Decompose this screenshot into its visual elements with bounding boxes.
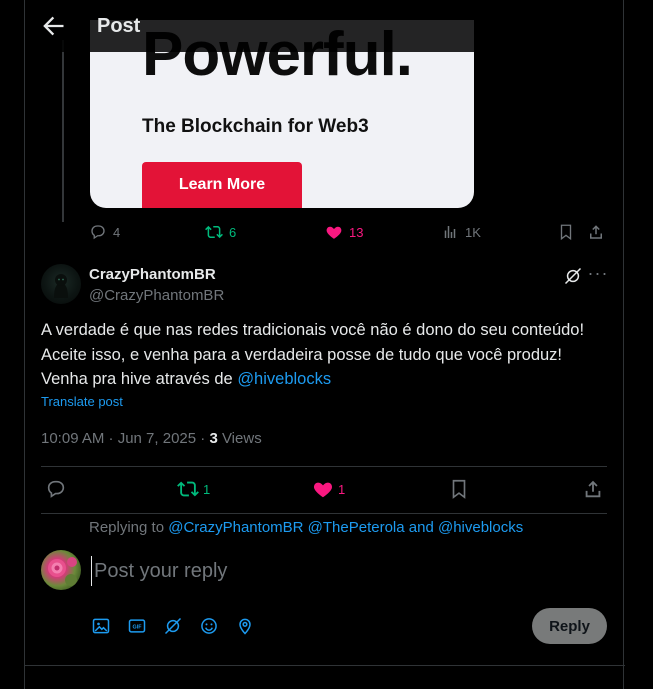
quoted-post-action-bar: 4 6 13 1K	[89, 220, 609, 244]
smiley-icon	[201, 618, 217, 634]
bookmark-icon	[452, 479, 466, 499]
like-action[interactable]: 13	[325, 223, 363, 241]
repost-arrows-icon	[205, 225, 223, 239]
post-mention-link[interactable]: @hiveblocks	[237, 370, 331, 388]
speech-bubble-icon	[47, 480, 65, 498]
ad-subline: The Blockchain for Web3	[142, 116, 369, 137]
add-location-button[interactable]	[235, 616, 255, 636]
translate-post-link[interactable]: Translate post	[41, 394, 123, 409]
more-options-button[interactable]: ···	[587, 263, 609, 286]
add-media-button[interactable]	[91, 616, 111, 636]
add-emoji-button[interactable]	[199, 616, 219, 636]
svg-text:GIF: GIF	[132, 625, 142, 631]
post-like-action[interactable]: 1	[312, 478, 345, 500]
post-views-count: 3	[209, 430, 218, 447]
back-button[interactable]	[39, 12, 67, 40]
thread-connector-line	[62, 40, 64, 222]
author-handle[interactable]: @CrazyPhantomBR	[89, 287, 224, 304]
share-action[interactable]	[587, 223, 605, 241]
location-pin-icon	[239, 618, 251, 635]
grok-tool-button[interactable]	[163, 616, 183, 636]
grok-button[interactable]	[563, 266, 583, 286]
post-meta: 10:09 AM · Jun 7, 2025 · 3 Views	[41, 430, 262, 447]
arrow-left-icon	[43, 16, 64, 36]
post-views-label: Views	[217, 430, 262, 447]
learn-more-button[interactable]: Learn More	[142, 162, 302, 208]
ellipsis-icon: ···	[587, 263, 609, 283]
repost-arrows-icon	[177, 481, 199, 497]
post-repost-action[interactable]: 1	[177, 478, 210, 500]
bookmark-icon	[560, 224, 572, 241]
views-count: 1K	[465, 224, 481, 240]
add-gif-button[interactable]: GIF	[127, 616, 147, 636]
replying-to-line: Replying to @CrazyPhantomBR @ThePeterola…	[89, 519, 523, 536]
post-column: Powerful. The Blockchain for Web3 Learn …	[24, 0, 625, 689]
grok-icon	[164, 617, 182, 635]
repost-count: 6	[229, 224, 237, 240]
speech-bubble-icon	[91, 225, 105, 240]
bookmark-action[interactable]	[557, 223, 575, 241]
gif-icon: GIF	[128, 619, 146, 633]
reply-count: 4	[113, 224, 121, 240]
share-upload-icon	[585, 480, 601, 498]
image-icon	[92, 618, 110, 634]
post-action-bar: 1 1	[41, 478, 611, 502]
post-bookmark-action[interactable]	[448, 478, 470, 500]
post-reply-action[interactable]	[45, 478, 67, 500]
divider	[41, 466, 607, 467]
heart-icon	[326, 226, 342, 239]
reply-input[interactable]	[91, 556, 521, 586]
post-text: A verdade é que nas redes tradicionais v…	[41, 318, 613, 392]
replying-prefix: Replying to	[89, 519, 169, 536]
post-share-action[interactable]	[582, 478, 604, 500]
page-title: Post	[97, 15, 141, 37]
divider	[41, 513, 607, 514]
phantom-avatar-icon	[54, 274, 68, 298]
page-header: Post	[25, 0, 505, 52]
repost-action[interactable]: 6	[205, 223, 236, 241]
reply-action[interactable]: 4	[89, 223, 120, 241]
reply-submit-button[interactable]: Reply	[532, 608, 607, 644]
like-count: 13	[349, 224, 364, 240]
post-like-count: 1	[338, 481, 346, 497]
divider	[25, 665, 625, 666]
views-action[interactable]: 1K	[441, 223, 481, 241]
author-display-name[interactable]: CrazyPhantomBR	[89, 266, 216, 283]
current-user-avatar[interactable]	[41, 550, 81, 590]
post-repost-count: 1	[203, 481, 211, 497]
author-avatar[interactable]	[41, 264, 81, 304]
heart-icon	[313, 482, 333, 498]
replying-mentions[interactable]: @CrazyPhantomBR @ThePeterola and @hivebl…	[168, 519, 523, 536]
bar-chart-icon	[444, 226, 456, 238]
rose-avatar-icon	[48, 557, 77, 586]
post-timestamp[interactable]: 10:09 AM · Jun 7, 2025 ·	[41, 430, 209, 447]
share-upload-icon	[590, 225, 602, 239]
grok-icon	[564, 267, 582, 285]
